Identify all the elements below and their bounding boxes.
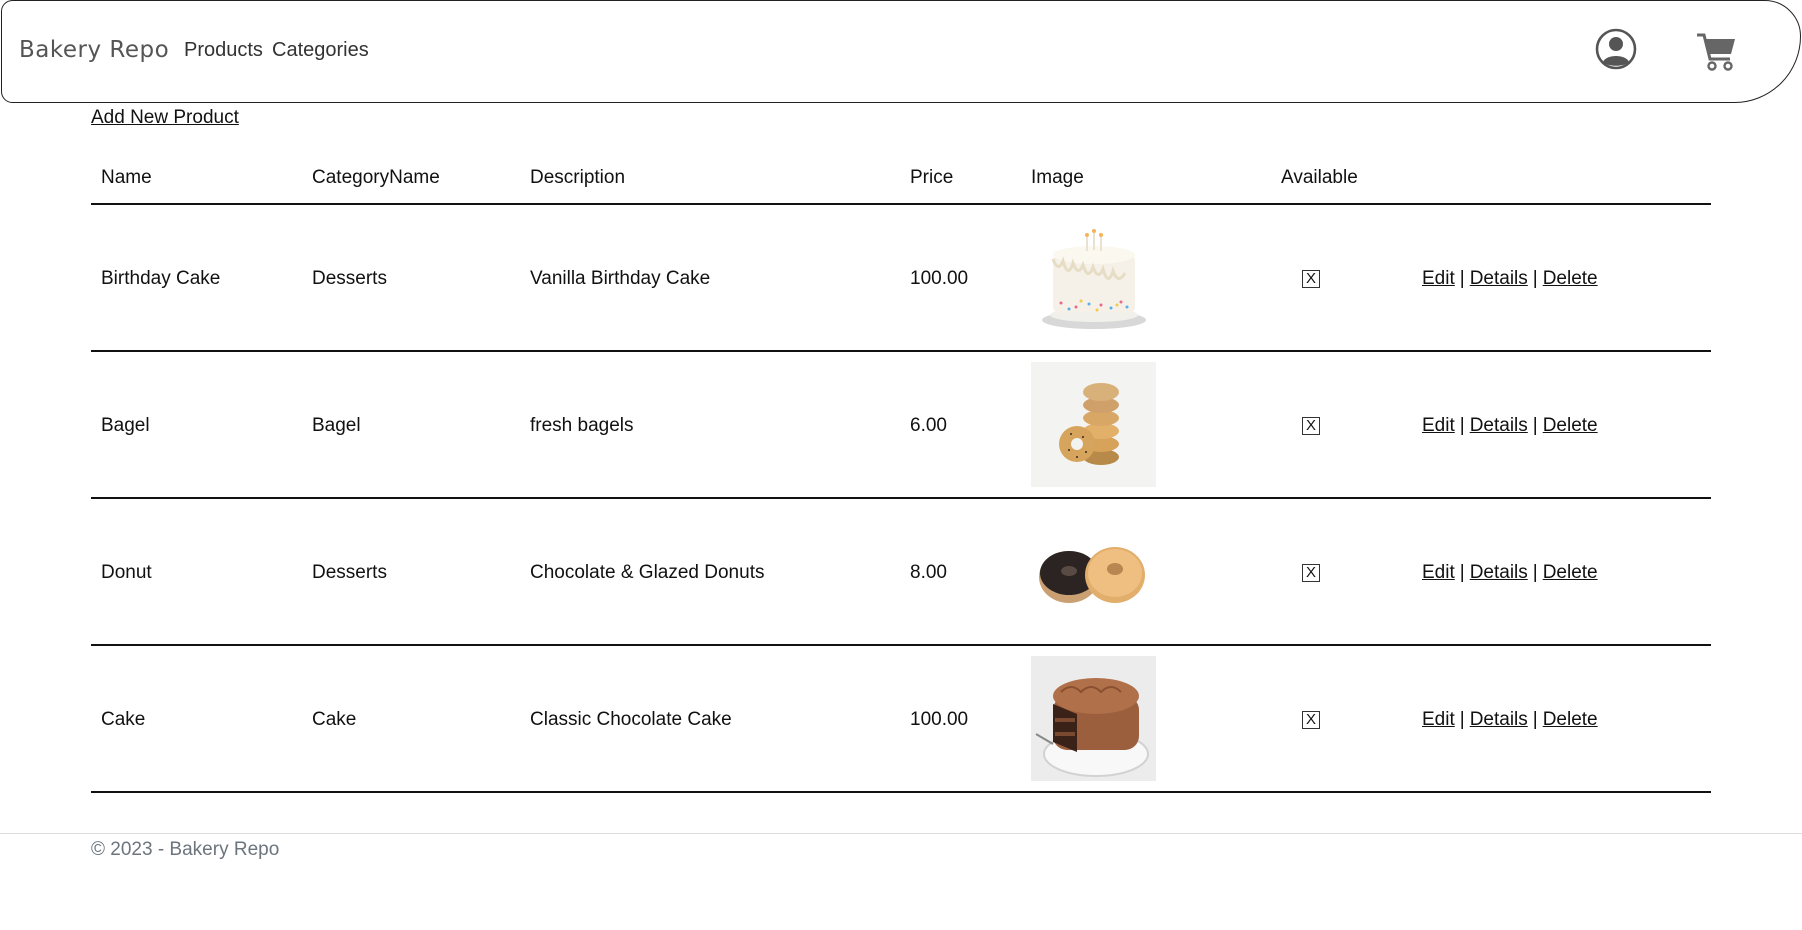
footer-divider [0, 833, 1802, 834]
available-checkbox[interactable]: X [1302, 711, 1320, 729]
navbar: Bakery Repo Products Categories [1, 0, 1801, 103]
cell-price: 6.00 [910, 415, 947, 436]
edit-link[interactable]: Edit [1422, 709, 1455, 730]
separator: | [1532, 415, 1538, 436]
footer-copyright: © 2023 - Bakery Repo [91, 839, 280, 860]
table-row: Cake Cake Classic Chocolate Cake 100.00 … [91, 646, 1711, 793]
row-actions: Edit | Details | Delete [1422, 415, 1598, 437]
birthday-cake-image [1031, 215, 1156, 340]
table-row: Donut Desserts Chocolate & Glazed Donuts… [91, 499, 1711, 646]
delete-link[interactable]: Delete [1543, 268, 1598, 289]
available-checkbox[interactable]: X [1302, 270, 1320, 288]
table-row: Birthday Cake Desserts Vanilla Birthday … [91, 205, 1711, 352]
cell-description: Classic Chocolate Cake [530, 709, 732, 730]
separator: | [1459, 268, 1465, 289]
separator: | [1459, 415, 1465, 436]
details-link[interactable]: Details [1470, 709, 1528, 730]
available-checkbox[interactable]: X [1302, 417, 1320, 435]
nav-link-categories[interactable]: Categories [272, 39, 369, 62]
brand-logo[interactable]: Bakery Repo [19, 37, 169, 63]
cell-category: Desserts [312, 268, 387, 289]
cell-name: Donut [101, 562, 152, 583]
details-link[interactable]: Details [1470, 415, 1528, 436]
details-link[interactable]: Details [1470, 268, 1528, 289]
table-header: Name CategoryName Description Price Imag… [91, 145, 1711, 205]
separator: | [1459, 709, 1465, 730]
cell-category: Desserts [312, 562, 387, 583]
user-circle-icon[interactable] [1595, 28, 1637, 70]
shopping-cart-icon[interactable] [1695, 30, 1737, 72]
separator: | [1459, 562, 1465, 583]
delete-link[interactable]: Delete [1543, 415, 1598, 436]
row-actions: Edit | Details | Delete [1422, 268, 1598, 290]
edit-link[interactable]: Edit [1422, 415, 1455, 436]
cell-name: Birthday Cake [101, 268, 221, 289]
edit-link[interactable]: Edit [1422, 562, 1455, 583]
row-actions: Edit | Details | Delete [1422, 709, 1598, 731]
cell-price: 100.00 [910, 268, 969, 289]
available-checkbox[interactable]: X [1302, 564, 1320, 582]
cell-price: 8.00 [910, 562, 947, 583]
bagel-stack-image [1031, 362, 1156, 487]
cell-category: Cake [312, 709, 357, 730]
cell-description: fresh bagels [530, 415, 634, 436]
header-price: Price [910, 167, 954, 188]
header-category: CategoryName [312, 167, 440, 188]
add-new-product-link[interactable]: Add New Product [91, 107, 239, 129]
chocolate-cake-image [1031, 656, 1156, 781]
row-actions: Edit | Details | Delete [1422, 562, 1598, 584]
donuts-image [1031, 509, 1156, 634]
cell-description: Chocolate & Glazed Donuts [530, 562, 765, 583]
separator: | [1532, 268, 1538, 289]
header-available: Available [1281, 167, 1358, 188]
delete-link[interactable]: Delete [1543, 709, 1598, 730]
cell-price: 100.00 [910, 709, 969, 730]
header-name: Name [101, 167, 152, 188]
nav-link-products[interactable]: Products [184, 39, 263, 62]
table-row: Bagel Bagel fresh bagels 6.00 X Edit | Det… [91, 352, 1711, 499]
header-description: Description [530, 167, 626, 188]
delete-link[interactable]: Delete [1543, 562, 1598, 583]
cell-name: Bagel [101, 415, 150, 436]
cell-name: Cake [101, 709, 146, 730]
separator: | [1532, 562, 1538, 583]
separator: | [1532, 709, 1538, 730]
details-link[interactable]: Details [1470, 562, 1528, 583]
edit-link[interactable]: Edit [1422, 268, 1455, 289]
cell-category: Bagel [312, 415, 361, 436]
products-table: Name CategoryName Description Price Imag… [91, 145, 1711, 793]
header-image: Image [1031, 167, 1084, 188]
cell-description: Vanilla Birthday Cake [530, 268, 711, 289]
